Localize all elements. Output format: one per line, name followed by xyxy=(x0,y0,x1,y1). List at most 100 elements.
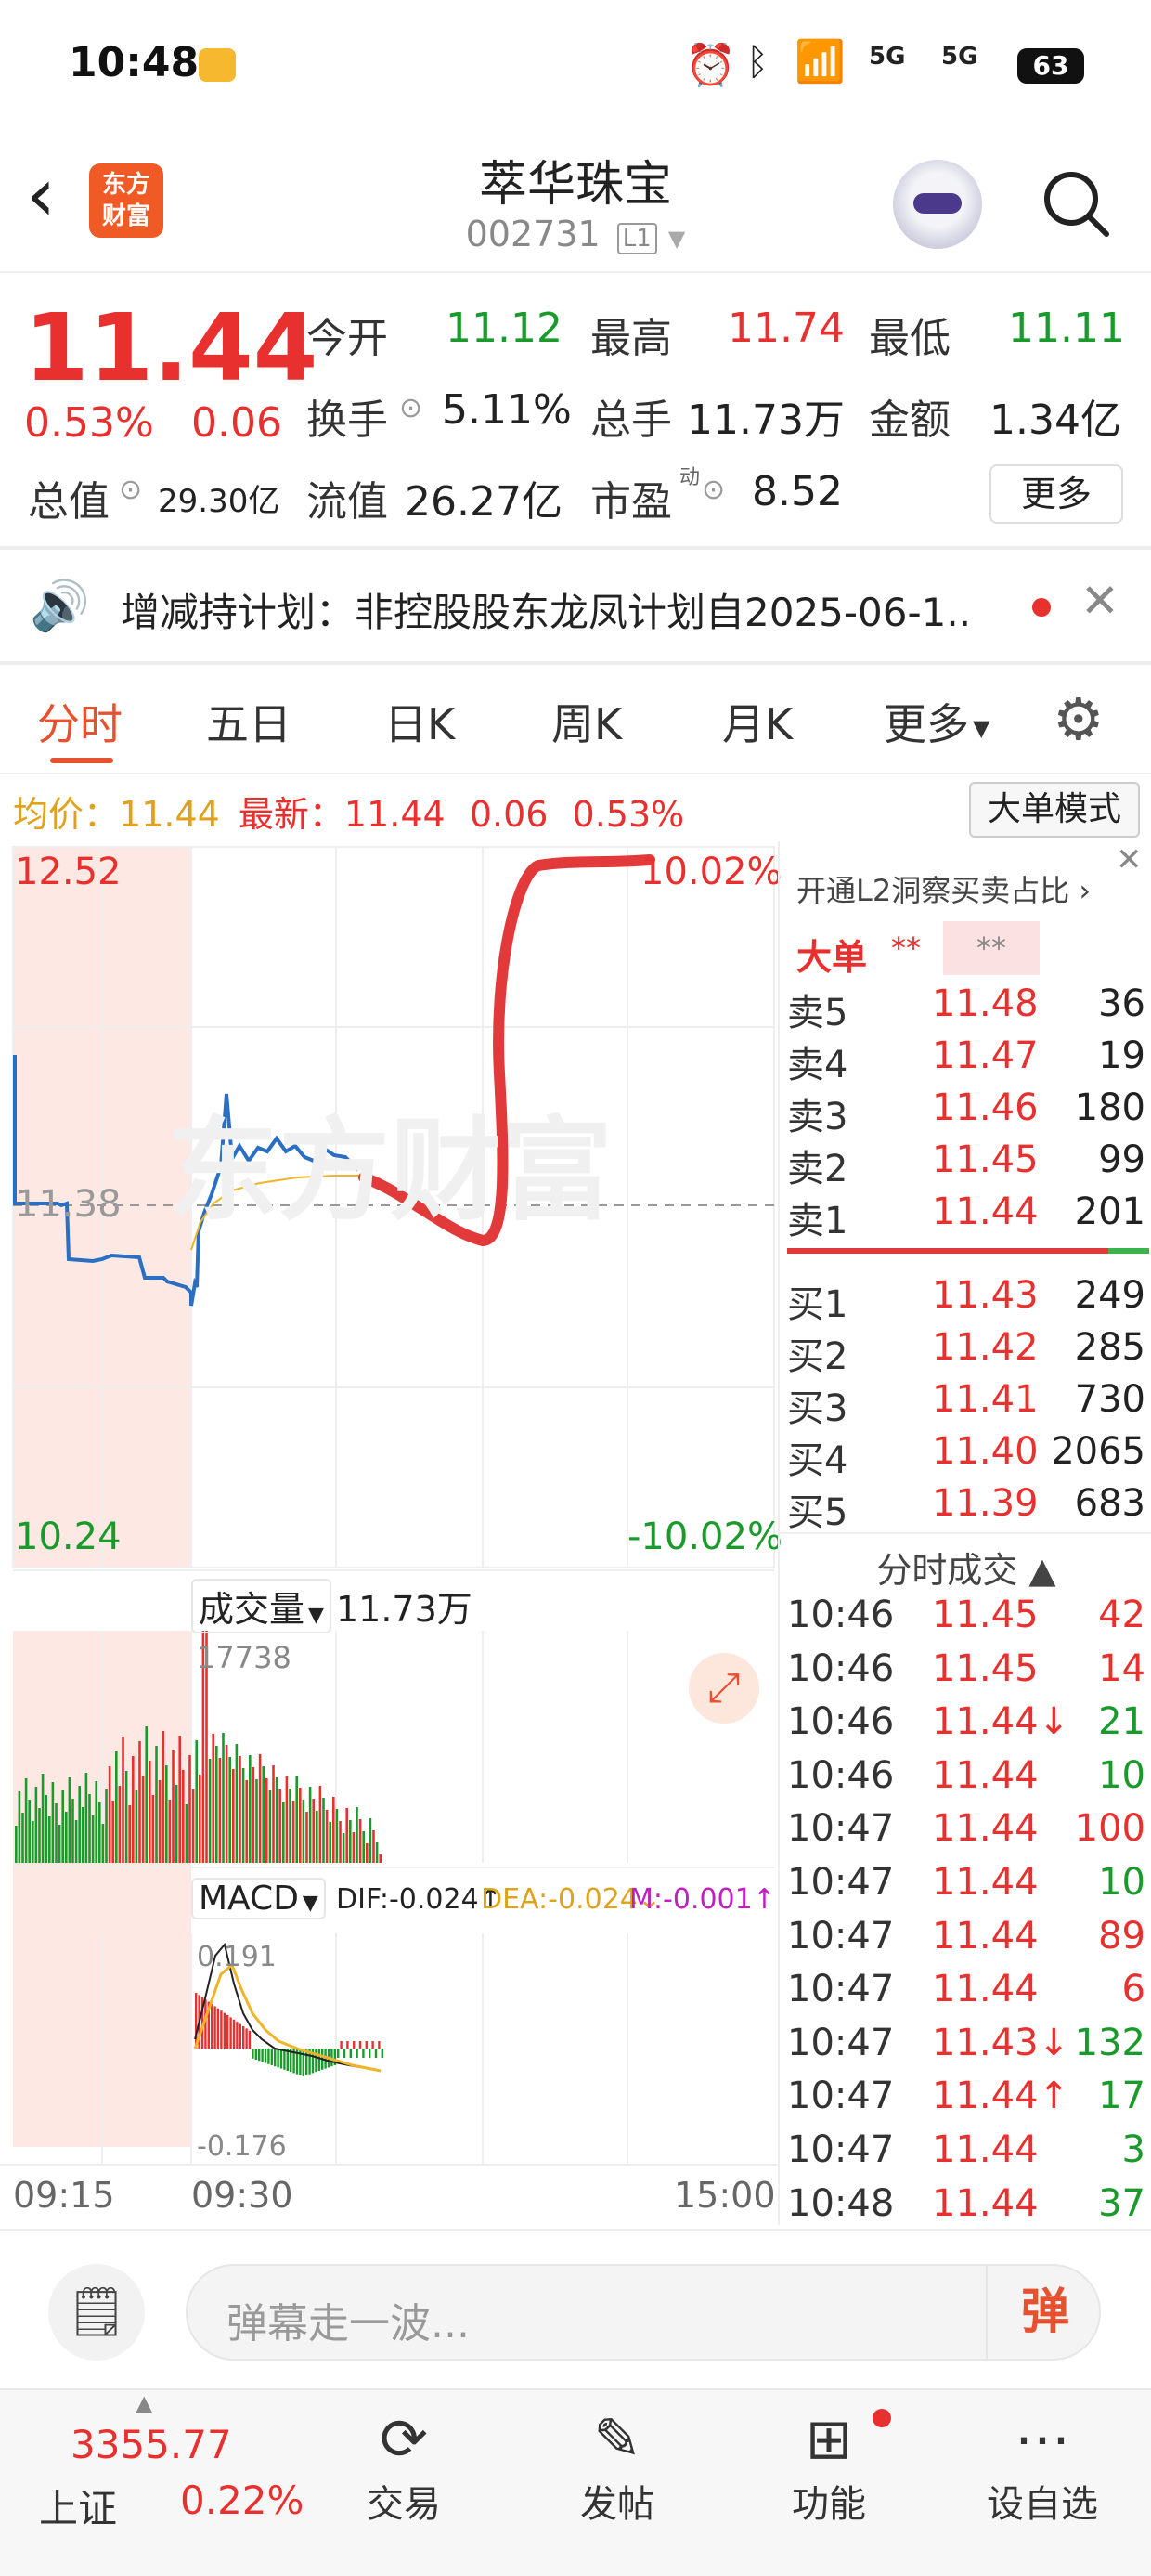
sell-order-volume: 99 xyxy=(1098,1138,1145,1181)
volume-bar xyxy=(34,1787,38,1863)
volume-bar xyxy=(302,1800,305,1863)
notes-icon[interactable]: 🗒 xyxy=(48,2264,145,2361)
nav-add-watchlist[interactable]: ⋯ 设自选 xyxy=(982,2405,1103,2528)
nav-add-watchlist-label: 设自选 xyxy=(987,2483,1098,2526)
volume-bar xyxy=(349,1820,352,1863)
amount-label: 金额 xyxy=(869,397,951,444)
volume-bar xyxy=(335,1809,339,1863)
big-order-mode-button[interactable]: 大单模式 xyxy=(969,782,1140,838)
info-icon[interactable]: ⊙ xyxy=(399,392,422,424)
notice-bar[interactable]: 🔊 增减持计划：非控股股东龙凤计划自2025-06-1.. ✕ xyxy=(0,550,1151,661)
buy-order-price: 11.43 xyxy=(932,1274,1039,1317)
chart-bottom-price: 10.24 xyxy=(15,1516,122,1558)
search-icon[interactable] xyxy=(1040,167,1109,237)
volume-bar xyxy=(158,1780,162,1863)
amount-value: 1.34亿 xyxy=(989,397,1121,444)
volume-bar xyxy=(278,1789,281,1863)
sell-order-price: 11.47 xyxy=(932,1034,1039,1077)
trade-row: 10:47 11.44 89 xyxy=(780,1911,1151,1965)
tab-more-label: 更多 xyxy=(884,699,969,749)
volume-bar xyxy=(332,1797,335,1863)
tab-weekly-k[interactable]: 周K xyxy=(551,691,622,752)
tab-more[interactable]: 更多 ▼ xyxy=(884,691,989,752)
chart-tabs: 分时 五日 日K 周K 月K 更多 ▼ ⚙ xyxy=(0,665,1151,773)
macd-bar xyxy=(369,2049,371,2058)
volume-bar xyxy=(185,1804,188,1863)
expand-icon[interactable]: ⤢ xyxy=(689,1653,759,1724)
sell-order-row: 卖1 11.44 201 xyxy=(780,1185,1151,1242)
sell-order-price: 11.44 xyxy=(932,1190,1039,1233)
volume-bar xyxy=(58,1825,61,1863)
app-logo[interactable]: 东方 财富 xyxy=(89,163,163,238)
tab-five-day[interactable]: 五日 xyxy=(206,691,291,752)
volume-bar xyxy=(232,1769,235,1863)
index-widget[interactable]: ▲ 3355.77 上证 0.22% xyxy=(26,2390,304,2576)
latest-label: 最新： xyxy=(238,794,344,835)
macd-bottom: -0.176 xyxy=(197,2130,287,2163)
stock-code-text: 002731 xyxy=(465,214,601,254)
trade-row: 10:47 11.44 100 xyxy=(780,1803,1151,1857)
nav-trade[interactable]: ⟳ 交易 xyxy=(343,2405,464,2528)
danmu-input[interactable]: 弹幕走一波... 弹 xyxy=(186,2264,1101,2361)
volume-bar xyxy=(95,1781,97,1863)
volume-bar xyxy=(115,1751,118,1863)
pe-label: 市盈 xyxy=(590,478,672,526)
tab-daily-k[interactable]: 日K xyxy=(384,691,455,752)
settings-gear-icon[interactable]: ⚙ xyxy=(1053,685,1105,753)
info-icon[interactable]: ⊙ xyxy=(119,474,142,506)
macd-bar xyxy=(302,2049,304,2076)
latest-change-pct: 0.53% xyxy=(572,794,685,835)
volume-bar xyxy=(322,1798,325,1863)
chevron-down-icon: ▼ xyxy=(973,714,990,741)
trade-volume: 6 xyxy=(1121,1968,1145,2011)
sell-order-price: 11.46 xyxy=(932,1086,1039,1129)
volume-bar xyxy=(235,1744,239,1863)
trade-row: 10:47 11.44 6 xyxy=(780,1964,1151,2018)
volume-bar xyxy=(305,1812,308,1863)
assistant-robot-icon[interactable] xyxy=(893,160,982,249)
status-time: 10:48 xyxy=(69,39,200,86)
logo-line2: 财富 xyxy=(101,202,150,230)
sell-order-row: 卖3 11.46 180 xyxy=(780,1081,1151,1138)
volume-header: 成交量 ▼ 11.73万 xyxy=(13,1569,774,1633)
sell-orders: 卖5 11.48 36 卖4 11.47 19 卖3 11.46 180 卖2 11.45 99 卖1 1… xyxy=(780,977,1151,1242)
volume-bar xyxy=(272,1765,275,1863)
close-icon[interactable]: ✕ xyxy=(1080,574,1119,628)
macd-bar xyxy=(279,2049,283,2069)
volume-bar xyxy=(282,1802,285,1863)
l2-banner[interactable]: 开通L2洞察买卖占比 › xyxy=(796,867,1091,910)
macd-selector[interactable]: MACD ▼ xyxy=(191,1878,326,1919)
volume-bar xyxy=(239,1756,241,1863)
tab-monthly-k[interactable]: 月K xyxy=(722,691,793,752)
more-button[interactable]: 更多 xyxy=(989,464,1123,524)
index-name: 上证 xyxy=(39,2486,118,2531)
trade-price: 11.44 xyxy=(932,1753,1039,1797)
high-label: 最高 xyxy=(590,315,672,362)
nav-functions[interactable]: ⊞ 功能 xyxy=(769,2405,891,2528)
macd-bar xyxy=(232,2019,236,2049)
tab-intraday[interactable]: 分时 xyxy=(37,691,123,752)
volume-bar xyxy=(128,1805,131,1863)
volume-bar xyxy=(74,1820,78,1863)
volume-bar xyxy=(372,1830,375,1863)
trades-title[interactable]: 分时成交 ▲ xyxy=(780,1532,1151,1593)
macd-bar xyxy=(254,2049,257,2060)
volume-selector[interactable]: 成交量 ▼ xyxy=(191,1579,331,1633)
info-icon[interactable]: ⊙ xyxy=(702,474,725,506)
signal-icon-1: 5G xyxy=(869,43,906,71)
trade-row: 10:46 11.45 14 xyxy=(780,1644,1151,1698)
danmu-toggle-button[interactable]: 弹 xyxy=(986,2266,1103,2359)
panel-close-icon[interactable]: ✕ xyxy=(1116,841,1143,878)
macd-bar xyxy=(211,2004,213,2049)
low-label: 最低 xyxy=(869,315,951,362)
back-icon[interactable]: ‹ xyxy=(26,158,56,232)
stock-code[interactable]: 002731 L1 ▼ xyxy=(390,214,761,254)
nav-post[interactable]: ✎ 发帖 xyxy=(557,2405,678,2528)
volume-bar xyxy=(312,1799,315,1863)
volume-bar xyxy=(91,1815,95,1863)
volume-bar xyxy=(289,1789,291,1863)
macd-bar xyxy=(252,2049,254,2059)
volume-bar xyxy=(295,1776,298,1863)
volume-bar xyxy=(135,1790,138,1863)
status-bar: 10:48 ⏰ ᛒ 📶 5G 5G 63 xyxy=(0,0,1151,139)
